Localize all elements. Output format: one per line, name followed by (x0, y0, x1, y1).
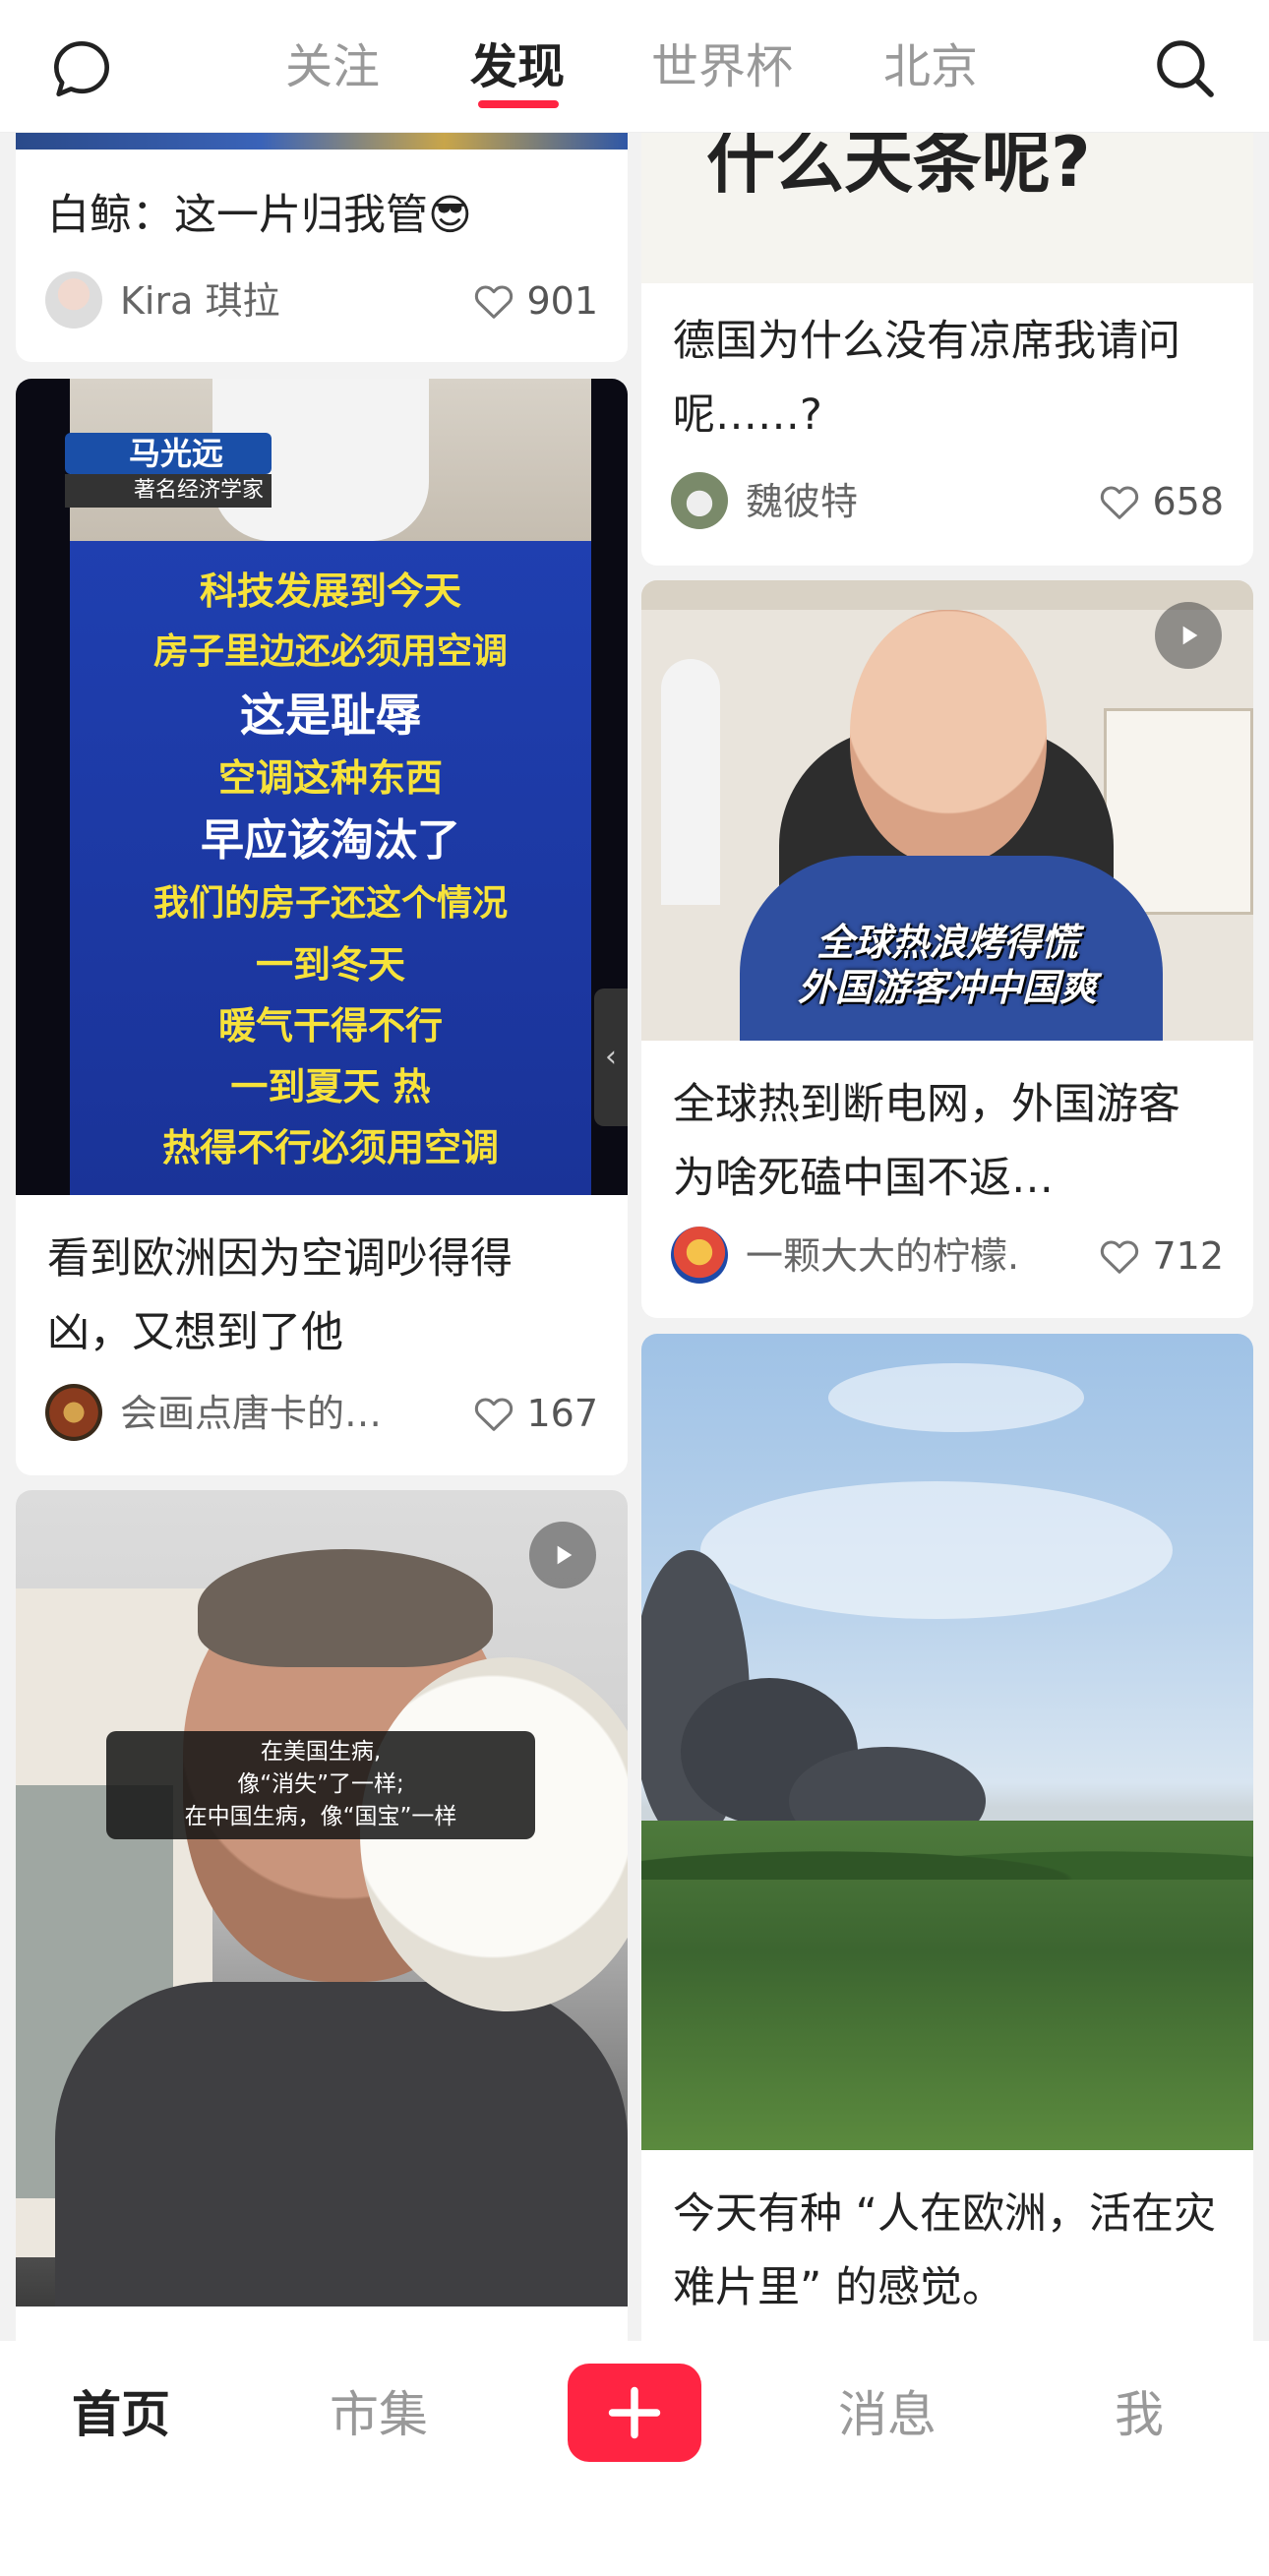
note-cover-image: 马光远 著名经济学家 科技发展到今天 房子里边还必须用空调 这是耻辱 空调这种东… (16, 379, 628, 1195)
nav-market[interactable]: 市集 (330, 2380, 428, 2449)
plus-icon (608, 2386, 661, 2439)
video-play-badge (529, 1522, 596, 1588)
like-button[interactable]: 167 (471, 1386, 598, 1441)
note-meta: 魏彼特 658 (671, 470, 1224, 533)
video-subtitle: 在美国生病, 像“消失”了一样; 在中国生病，像“国宝”一样 (184, 1739, 457, 1829)
nav-home[interactable]: 首页 (72, 2380, 170, 2449)
author-name[interactable]: 魏彼特 (746, 474, 858, 529)
note-cover-image (641, 1334, 1253, 2150)
bottom-nav: 首页 市集 消息 我 (0, 2341, 1269, 2576)
video-play-badge (1155, 602, 1222, 669)
name-caption: 著名经济学家 (134, 478, 265, 503)
note-meta: 一颗大大的柠檬. 712 (671, 1225, 1224, 1288)
heart-icon (475, 285, 514, 319)
discover-feed[interactable]: 白鲸：这一片归我管😎 Kira 琪拉 901 马光远 著名经济学家 科技发展到今… (0, 0, 1269, 2576)
note-card[interactable]: 白鲸：这一片归我管😎 Kira 琪拉 901 (16, 108, 628, 362)
add-note-button[interactable] (568, 2364, 701, 2462)
heart-icon (1101, 1240, 1139, 1274)
tab-discover[interactable]: 发现 (470, 35, 565, 98)
author-avatar[interactable] (45, 271, 102, 329)
note-cover-image: 什么天条呢? (641, 108, 1253, 283)
note-card[interactable]: 马光远 著名经济学家 科技发展到今天 房子里边还必须用空调 这是耻辱 空调这种东… (16, 379, 628, 1475)
like-button[interactable]: 712 (1097, 1228, 1224, 1284)
play-icon (1182, 626, 1198, 645)
name-tag: 马光远 (129, 435, 224, 472)
like-count: 658 (1152, 480, 1224, 523)
collapse-handle[interactable]: ‹ (594, 988, 628, 1126)
note-cover-image: 在美国生病, 像“消失”了一样; 在中国生病，像“国宝”一样 (16, 1490, 628, 2306)
play-icon (557, 1545, 573, 1565)
note-meta: Kira 琪拉 901 (45, 270, 598, 332)
note-title: 今天有种 “人在欧洲，活在灾难片里” 的感觉。 (673, 2189, 1216, 2312)
note-title: 看到欧洲因为空调吵得得凶，又想到了他 (47, 1234, 513, 1357)
note-cover-image: 全球热浪烤得慌 外国游客冲中国爽 (641, 580, 1253, 1041)
note-title: 全球热到断电网，外国游客为啥死磕中国不返… (673, 1080, 1180, 1203)
author-avatar[interactable] (671, 1227, 728, 1284)
like-button[interactable]: 658 (1097, 474, 1224, 529)
heart-icon (1101, 486, 1139, 519)
heart-icon (475, 1398, 514, 1431)
tab-follow[interactable]: 关注 (285, 35, 380, 98)
note-title: 白鲸：这一片归我管😎 (47, 191, 472, 240)
tab-world-cup[interactable]: 世界杯 (651, 35, 793, 98)
author-name[interactable]: Kira 琪拉 (120, 273, 279, 329)
author-avatar[interactable] (671, 472, 728, 529)
cover-text: 全球热浪烤得慌 外国游客冲中国爽 (797, 921, 1097, 1009)
author-name[interactable]: 一颗大大的柠檬. (746, 1228, 1019, 1284)
note-meta: 会画点唐卡的… 167 (45, 1382, 598, 1445)
active-tab-indicator (478, 100, 559, 108)
note-title: 德国为什么没有凉席我请问呢……? (673, 317, 1180, 440)
chat-bubble-icon[interactable] (47, 34, 116, 103)
cover-text: 科技发展到今天 房子里边还必须用空调 这是耻辱 空调这种东西 早应该淘汰了 我们… (152, 569, 508, 1169)
like-count: 901 (526, 279, 598, 323)
like-count: 167 (526, 1392, 598, 1435)
author-avatar[interactable] (45, 1384, 102, 1441)
like-count: 712 (1152, 1234, 1224, 1278)
top-nav: 关注 发现 世界杯 北京 (0, 0, 1269, 133)
nav-me[interactable]: 我 (1115, 2380, 1164, 2449)
author-name[interactable]: 会画点唐卡的… (120, 1386, 382, 1441)
nav-messages[interactable]: 消息 (838, 2380, 937, 2449)
note-card[interactable]: 在美国生病, 像“消失”了一样; 在中国生病，像“国宝”一样 (16, 1490, 628, 2375)
like-button[interactable]: 901 (471, 273, 598, 329)
tab-beijing[interactable]: 北京 (883, 35, 978, 98)
note-card[interactable]: 今天有种 “人在欧洲，活在灾难片里” 的感觉。 (641, 1334, 1253, 2376)
note-card[interactable]: 全球热浪烤得慌 外国游客冲中国爽 全球热到断电网，外国游客为啥死磕中国不返… 一… (641, 580, 1253, 1318)
search-icon[interactable] (1149, 32, 1220, 103)
note-card[interactable]: 什么天条呢? 德国为什么没有凉席我请问呢……? 魏彼特 658 (641, 108, 1253, 566)
